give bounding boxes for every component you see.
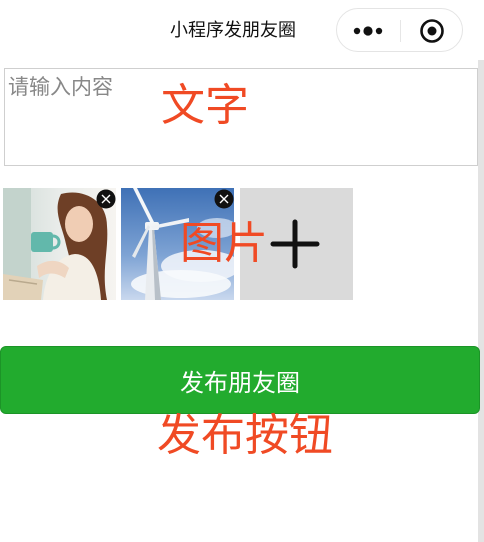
target-close-icon[interactable] (419, 18, 445, 44)
capsule-divider (400, 20, 401, 42)
navigation-bar: 小程序发朋友圈 (0, 0, 484, 60)
scrollbar-track (478, 60, 484, 542)
delete-x-icon[interactable] (214, 189, 234, 209)
plus-icon (270, 219, 320, 269)
page-title: 小程序发朋友圈 (170, 20, 296, 41)
more-dots-icon[interactable] (351, 25, 387, 37)
mini-program-capsule (336, 8, 463, 52)
image-thumbnail-woman-reading[interactable] (3, 188, 116, 300)
delete-x-icon[interactable] (96, 189, 116, 209)
annotation-button: 发布按钮 (157, 410, 333, 461)
annotation-images: 图片 (180, 218, 268, 269)
annotation-text-area: 文字 (161, 80, 249, 131)
publish-moments-button[interactable]: 发布朋友圈 (0, 346, 480, 414)
